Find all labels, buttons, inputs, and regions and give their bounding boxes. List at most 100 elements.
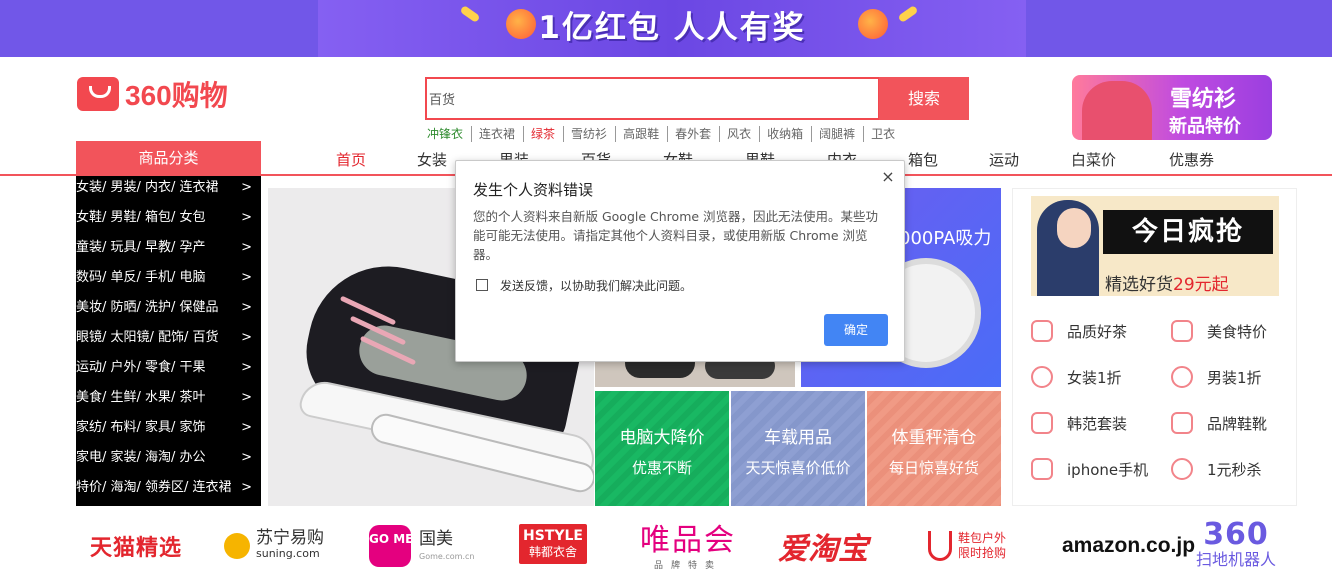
- category-row[interactable]: 家纺/ 布料/ 家具/ 家饰 >: [76, 416, 261, 446]
- hot-word[interactable]: 卫衣: [864, 126, 903, 142]
- heel-icon: [928, 531, 952, 561]
- brand-vip[interactable]: 唯品会 品牌特卖: [640, 524, 736, 572]
- hot-word[interactable]: 高跟鞋: [616, 126, 669, 142]
- category-row[interactable]: 美食/ 生鲜/ 水果/ 茶叶 >: [76, 386, 261, 416]
- model-face: [1057, 208, 1091, 248]
- nav-coupons[interactable]: 优惠券: [1169, 149, 1214, 170]
- category-row[interactable]: 女鞋/ 男鞋/ 箱包/ 女包 >: [76, 206, 261, 236]
- dialog-message: 您的个人资料来自新版 Google Chrome 浏览器，因此无法使用。某些功能…: [473, 209, 879, 262]
- feedback-checkbox[interactable]: [476, 279, 488, 291]
- chevron-right-icon: >: [241, 300, 252, 315]
- robot-360-sub: 扫地机器人: [1196, 550, 1277, 569]
- hot-word[interactable]: 风衣: [720, 126, 761, 142]
- suning-dog-icon: [224, 533, 250, 559]
- hot-word[interactable]: 雪纺衫: [564, 126, 617, 142]
- shirt-icon: [1171, 366, 1193, 388]
- banner-promo[interactable]: 1亿红包 人人有奖: [318, 0, 1026, 57]
- promo-subtitle: 新品特价: [1169, 116, 1241, 137]
- tile-subtitle: 天天惊喜价低价: [745, 459, 851, 477]
- hot-word[interactable]: 收纳箱: [760, 126, 813, 142]
- brand-360-robot[interactable]: 360 扫地机器人: [1196, 520, 1276, 572]
- category-row[interactable]: 数码/ 单反/ 手机/ 电脑 >: [76, 266, 261, 296]
- tea-cup-icon: [1031, 320, 1053, 342]
- quick-link-label: 品质好茶: [1067, 322, 1128, 341]
- search-box: [425, 77, 880, 120]
- tile-car-supplies[interactable]: 车载用品 天天惊喜价低价: [731, 391, 865, 506]
- brand-hstyle[interactable]: HSTYLE 韩都衣舍: [519, 524, 587, 564]
- quick-link-label: 女装1折: [1067, 368, 1122, 387]
- quick-link-womens[interactable]: 女装1折: [1031, 365, 1122, 389]
- vip-tagline: 品牌特卖: [653, 561, 722, 571]
- category-row[interactable]: 运动/ 户外/ 零食/ 干果 >: [76, 356, 261, 386]
- nav-home[interactable]: 首页: [336, 149, 366, 170]
- suning-en: suning.com: [256, 547, 320, 560]
- category-row[interactable]: 眼镜/ 太阳镜/ 配饰/ 百货 >: [76, 326, 261, 356]
- today-deal-subtitle: 精选好货29元起: [1105, 270, 1229, 295]
- category-row[interactable]: 特价/ 海淘/ 领券区/ 连衣裙 >: [76, 476, 261, 506]
- quick-link-food[interactable]: 美食特价: [1171, 319, 1267, 343]
- category-label: 美食/ 生鲜/ 水果/ 茶叶: [76, 390, 206, 405]
- shoes-bags-line2: 限时抢购: [958, 546, 1007, 560]
- search-input[interactable]: [427, 79, 878, 118]
- category-title[interactable]: 商品分类: [76, 141, 261, 176]
- brand-suning[interactable]: 苏宁易购 suning.com: [224, 524, 324, 568]
- hot-word[interactable]: 冲锋衣: [427, 126, 473, 142]
- hot-word[interactable]: 连衣裙: [472, 126, 525, 142]
- nav-womens[interactable]: 女装: [417, 149, 447, 170]
- brand-amazon[interactable]: amazon.co.jp: [1062, 524, 1195, 568]
- category-row[interactable]: 家电/ 家装/ 海淘/ 办公 >: [76, 446, 261, 476]
- brand-tmall[interactable]: 天猫精选: [90, 524, 182, 568]
- shoes-bags-line1: 鞋包户外: [958, 531, 1007, 545]
- tile-computer-sale[interactable]: 电脑大降价 优惠不断: [595, 391, 729, 506]
- brand-gome[interactable]: GO ME 国美 Gome.com.cn: [369, 524, 474, 568]
- category-row[interactable]: 女装/ 男装/ 内衣/ 连衣裙 >: [76, 176, 261, 206]
- promo-chiffon-banner[interactable]: 雪纺衫 新品特价: [1072, 75, 1272, 140]
- chevron-right-icon: >: [241, 270, 252, 285]
- hstyle-en: HSTYLE: [523, 528, 583, 544]
- today-deal-price: 29元起: [1173, 275, 1229, 295]
- quick-link-mens[interactable]: 男装1折: [1171, 365, 1262, 389]
- search-button[interactable]: 搜索: [879, 77, 969, 120]
- tile-scale-clearance[interactable]: 体重秤清仓 每日惊喜好货: [867, 391, 1001, 506]
- tile-title: 体重秤清仓: [891, 428, 977, 448]
- chevron-right-icon: >: [241, 360, 252, 375]
- quick-link-iphone[interactable]: iphone手机: [1031, 457, 1148, 481]
- nav-sports[interactable]: 运动: [989, 149, 1019, 170]
- hot-word[interactable]: 春外套: [668, 126, 721, 142]
- brand-shoes-bags-outdoor[interactable]: 鞋包户外 限时抢购: [928, 524, 1006, 568]
- category-label: 女鞋/ 男鞋/ 箱包/ 女包: [76, 210, 206, 225]
- brand-strip: 天猫精选 苏宁易购 suning.com GO ME 国美 Gome.com.c…: [0, 510, 1332, 574]
- category-label: 家纺/ 布料/ 家具/ 家饰: [76, 420, 206, 435]
- category-label: 童装/ 玩具/ 早教/ 孕产: [76, 240, 206, 255]
- quick-link-label: iphone手机: [1067, 460, 1149, 479]
- hot-word[interactable]: 绿茶: [524, 126, 565, 142]
- suning-text: 苏宁易购 suning.com: [256, 530, 324, 562]
- category-row[interactable]: 童装/ 玩具/ 早教/ 孕产 >: [76, 236, 261, 266]
- category-label: 运动/ 户外/ 零食/ 干果: [76, 360, 206, 375]
- category-row[interactable]: 美妆/ 防晒/ 洗护/ 保健品 >: [76, 296, 261, 326]
- quick-link-tea[interactable]: 品质好茶: [1031, 319, 1127, 343]
- top-banner[interactable]: 1亿红包 人人有奖: [0, 0, 1332, 57]
- today-deal-prefix: 精选好货: [1105, 275, 1173, 295]
- gome-logo-icon: GO ME: [369, 525, 413, 567]
- model-image: [1082, 81, 1152, 140]
- today-deal-banner[interactable]: 今日疯抢 精选好货29元起: [1031, 196, 1279, 296]
- quick-link-flash-sale[interactable]: 1元秒杀: [1171, 457, 1262, 481]
- nav-bags[interactable]: 箱包: [908, 149, 938, 170]
- ok-button[interactable]: 确定: [824, 314, 888, 346]
- nav-cabbage-price[interactable]: 白菜价: [1071, 149, 1116, 170]
- category-label: 女装/ 男装/ 内衣/ 连衣裙: [76, 180, 219, 195]
- brand-aitaobao[interactable]: 爱淘宝: [778, 524, 868, 568]
- chevron-right-icon: >: [241, 180, 252, 195]
- shoes-bags-text: 鞋包户外 限时抢购: [958, 531, 1006, 561]
- close-icon[interactable]: ×: [880, 169, 896, 185]
- site-logo[interactable]: 360购物: [77, 74, 228, 114]
- tile-title: 车载用品: [764, 428, 832, 448]
- hot-word[interactable]: 阔腿裤: [812, 126, 865, 142]
- promo-title: 雪纺衫: [1170, 87, 1237, 112]
- quick-link-korean-sets[interactable]: 韩范套装: [1031, 411, 1127, 435]
- robot-360-logo: 360: [1203, 517, 1269, 552]
- quick-link-boots[interactable]: 品牌鞋靴: [1171, 411, 1267, 435]
- hanger-icon: [1031, 412, 1053, 434]
- quick-link-label: 1元秒杀: [1207, 460, 1262, 479]
